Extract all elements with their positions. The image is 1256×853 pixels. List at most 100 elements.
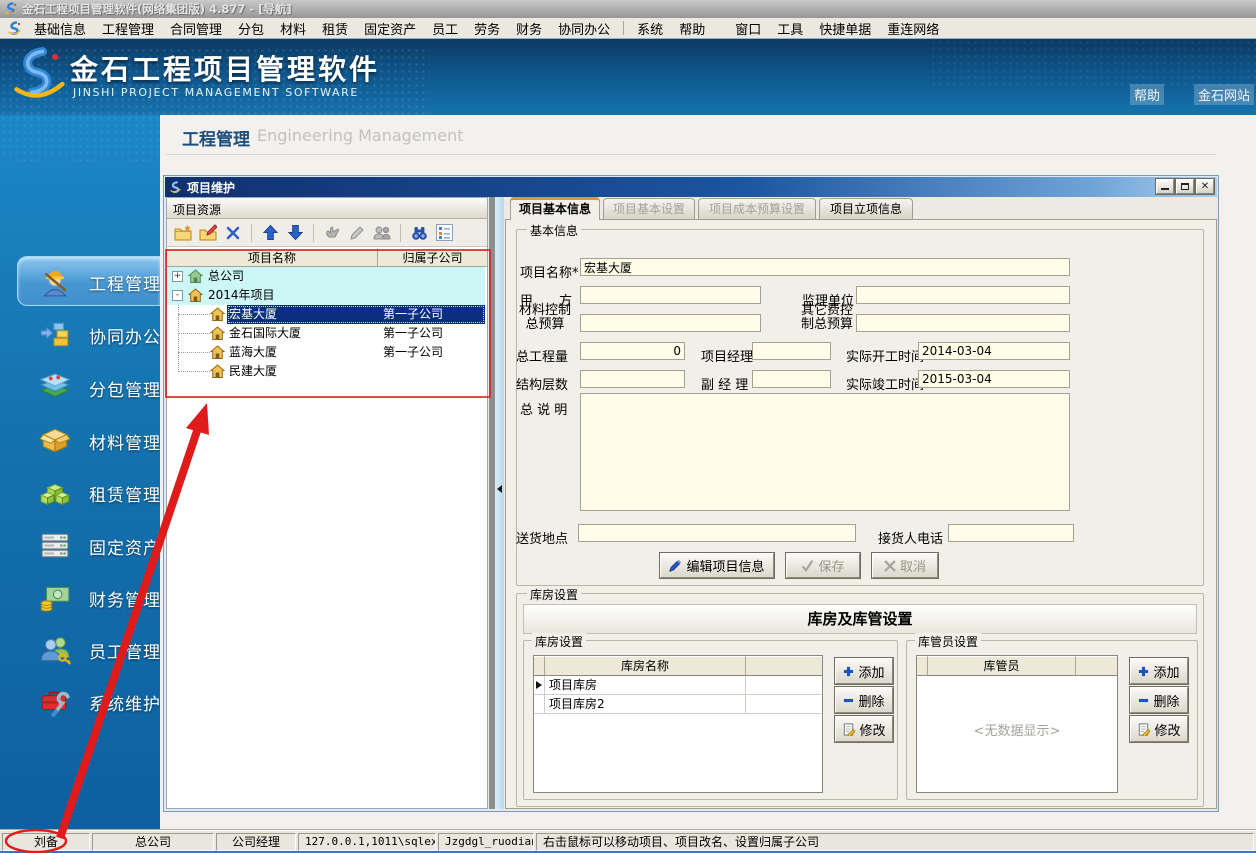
menu-item-reconnect[interactable]: 重连网络 (879, 19, 947, 38)
table-row[interactable]: 项目库房 (534, 676, 822, 695)
sidebar-item-office[interactable]: 协同办公 (0, 308, 160, 360)
sidebar-item-finance[interactable]: 财务管理 (0, 571, 160, 623)
folder-edit-icon[interactable] (198, 223, 218, 243)
divider (166, 154, 1216, 155)
sidebar-item-lease[interactable]: 租赁管理 (0, 466, 160, 518)
assign-users-icon (372, 223, 392, 243)
menu-item-window[interactable]: 窗口 (727, 19, 769, 38)
tree-row-hongji-tower[interactable]: 宏基大厦 第一子公司 (167, 305, 485, 324)
summary-textarea[interactable] (580, 393, 1070, 511)
menu-item-help[interactable]: 帮助 (671, 19, 713, 38)
menu-item-engineering[interactable]: 工程管理 (94, 19, 162, 38)
groupbox-legend: 库房设置 (527, 586, 581, 603)
project-name-field[interactable] (580, 258, 1070, 276)
office-icon (38, 317, 72, 351)
menu-item-office[interactable]: 协同办公 (550, 19, 618, 38)
end-date-field[interactable] (918, 370, 1070, 388)
expand-icon[interactable]: + (172, 271, 183, 282)
x-icon (884, 560, 896, 572)
remove-button-label: 删除 (858, 691, 884, 710)
maximize-button[interactable] (1176, 179, 1194, 194)
menu-item-subcontract[interactable]: 分包 (230, 19, 272, 38)
app-logo-icon (4, 2, 18, 16)
sidebar-item-maintenance[interactable]: 系统维护 (0, 675, 160, 727)
keeper-remove-button[interactable]: 删除 (1130, 687, 1188, 713)
cancel-button: 取消 (872, 553, 938, 578)
column-header-project-name[interactable]: 项目名称 (167, 248, 378, 267)
current-row-marker (534, 676, 545, 694)
warehouse-name-column-header[interactable]: 库房名称 (545, 656, 746, 676)
menu-item-basic-info[interactable]: 基础信息 (26, 19, 94, 38)
row-marker (534, 695, 545, 713)
tab-project-approval-info[interactable]: 项目立项信息 (819, 198, 913, 219)
keeper-column-header[interactable]: 库管员 (928, 656, 1076, 676)
other-budget-field[interactable] (856, 314, 1070, 332)
keeper-table: 库管员 <无数据显示> (916, 655, 1118, 793)
minimize-button[interactable] (1156, 179, 1174, 194)
find-binoculars-icon[interactable] (409, 223, 429, 243)
sidebar-item-fixed-assets[interactable]: 固定资产 (0, 519, 160, 571)
supervisor-field[interactable] (856, 286, 1070, 304)
floors-field[interactable] (580, 370, 685, 388)
banner-help-link[interactable]: 帮助 (1130, 84, 1164, 105)
tab-project-basic-info[interactable]: 项目基本信息 (510, 197, 600, 220)
table-row[interactable]: 项目库房2 (534, 695, 822, 714)
sidebar-item-engineering[interactable]: 工程管理 (0, 255, 160, 307)
menu-item-material[interactable]: 材料 (272, 19, 314, 38)
edit-project-button[interactable]: 编辑项目信息 (660, 553, 774, 578)
menu-item-lease[interactable]: 租赁 (314, 19, 356, 38)
keeper-edit-button[interactable]: 修改 (1130, 716, 1188, 742)
end-date-label: 实际竣工时间 (846, 374, 924, 393)
phone-field[interactable] (948, 524, 1074, 542)
start-date-field[interactable] (918, 342, 1070, 360)
tree-row-2014-projects[interactable]: - 2014年项目 (167, 286, 485, 305)
delivery-field[interactable] (578, 524, 856, 542)
party-a-field[interactable] (580, 286, 761, 304)
warehouse-edit-button[interactable]: 修改 (835, 716, 893, 742)
menu-item-employee[interactable]: 员工 (424, 19, 466, 38)
tree-node-subsidiary: 第一子公司 (383, 305, 443, 324)
move-down-icon[interactable] (285, 223, 305, 243)
manager-field[interactable] (752, 342, 831, 360)
status-database: Jzgdgl_ruodian (438, 833, 534, 851)
lease-cubes-icon (38, 475, 72, 509)
close-button[interactable]: ✕ (1196, 179, 1214, 194)
tree-row-minjian-tower[interactable]: 民建大厦 (167, 362, 485, 381)
quantity-field[interactable] (580, 342, 685, 360)
delete-icon[interactable] (223, 223, 243, 243)
summary-label: 总 说 明 (520, 399, 567, 418)
sidebar-item-employees[interactable]: 员工管理 (0, 623, 160, 675)
keeper-add-button[interactable]: 添加 (1130, 658, 1188, 684)
menu-item-quick-docs[interactable]: 快捷单据 (811, 19, 879, 38)
view-options-icon[interactable] (434, 223, 454, 243)
banner-website-link[interactable]: 金石网站 (1194, 84, 1254, 105)
maximize-icon (1181, 183, 1189, 190)
sidebar-item-subcontract[interactable]: 分包管理 (0, 361, 160, 413)
folder-add-icon[interactable] (173, 223, 193, 243)
tree-row-head-office[interactable]: + 总公司 (167, 267, 485, 286)
menu-item-labor[interactable]: 劳务 (466, 19, 508, 38)
menu-item-finance[interactable]: 财务 (508, 19, 550, 38)
column-header-subsidiary[interactable]: 归属子公司 (378, 248, 487, 267)
tree-row-lanhai-tower[interactable]: 蓝海大厦 第一子公司 (167, 343, 485, 362)
tree-row-jinshi-international[interactable]: 金石国际大厦 第一子公司 (167, 324, 485, 343)
edit-doc-icon (1137, 723, 1150, 736)
warehouse-add-button[interactable]: 添加 (835, 658, 893, 684)
menu-item-system[interactable]: 系统 (629, 19, 671, 38)
row-pointer-icon (536, 681, 542, 689)
inner-window-titlebar[interactable]: 项目维护 ✕ (165, 177, 1217, 197)
employees-icon (38, 632, 72, 666)
collapse-icon[interactable]: - (172, 290, 183, 301)
sidebar-item-material[interactable]: 材料管理 (0, 414, 160, 466)
warehouse-remove-button[interactable]: 删除 (835, 687, 893, 713)
menu-item-fixed-assets[interactable]: 固定资产 (356, 19, 424, 38)
panel-splitter[interactable] (495, 197, 504, 809)
move-up-icon[interactable] (260, 223, 280, 243)
tree-header-row: 项目名称 归属子公司 (167, 248, 487, 267)
menu-item-tools[interactable]: 工具 (769, 19, 811, 38)
warehouse-header: 库房及库管设置 (523, 604, 1197, 634)
menu-item-contract[interactable]: 合同管理 (162, 19, 230, 38)
deputy-manager-field[interactable] (752, 370, 831, 388)
material-budget-field[interactable] (580, 314, 761, 332)
tree-node-subsidiary: 第一子公司 (383, 343, 443, 362)
